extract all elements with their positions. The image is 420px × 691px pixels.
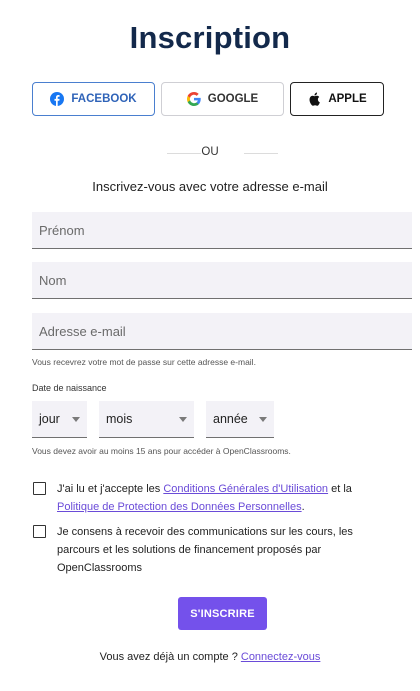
last-name-input[interactable]: [32, 262, 412, 298]
page-title: Inscription: [129, 20, 291, 55]
apple-login-button[interactable]: APPLE: [290, 82, 384, 116]
month-select[interactable]: mois: [99, 401, 194, 438]
terms-middle: et la: [328, 483, 352, 495]
consent-text: Je consens à recevoir des communications…: [57, 526, 353, 574]
consent-checkbox[interactable]: [33, 525, 46, 538]
privacy-policy-link[interactable]: Politique de Protection des Données Pers…: [57, 501, 302, 513]
google-icon: [186, 92, 201, 106]
year-select[interactable]: année: [206, 401, 274, 438]
apple-label: APPLE: [328, 93, 367, 105]
facebook-label: FACEBOOK: [71, 93, 137, 105]
month-select-value: mois: [106, 412, 133, 426]
login-prompt-text: Vous avez déjà un compte ?: [99, 651, 241, 663]
terms-prefix: J'ai lu et j'accepte les: [57, 483, 164, 495]
facebook-icon: [50, 92, 65, 106]
email-input[interactable]: [32, 313, 412, 349]
email-field-wrap: [32, 313, 412, 350]
or-divider: OU: [0, 146, 420, 160]
divider-line-right: [244, 153, 278, 154]
year-select-value: année: [213, 412, 248, 426]
facebook-login-button[interactable]: FACEBOOK: [32, 82, 155, 116]
login-prompt: Vous avez déjà un compte ? Connectez-vou…: [0, 651, 420, 663]
day-select[interactable]: jour: [32, 401, 87, 438]
signup-button[interactable]: S'INSCRIRE: [178, 597, 267, 630]
chevron-down-icon: [72, 416, 80, 422]
social-login-row: FACEBOOK GOOGLE APPLE: [32, 82, 384, 117]
form-subtitle: Inscrivez-vous avec votre adresse e-mail: [92, 179, 328, 194]
google-label: GOOGLE: [207, 93, 259, 105]
terms-suffix: .: [301, 501, 305, 513]
chevron-down-icon: [259, 416, 267, 422]
or-label: OU: [201, 146, 219, 158]
birthdate-label: Date de naissance: [32, 383, 107, 393]
chevron-down-icon: [179, 416, 187, 422]
first-name-input[interactable]: [32, 212, 412, 248]
apple-icon: [307, 92, 321, 106]
google-login-button[interactable]: GOOGLE: [161, 82, 284, 116]
day-select-value: jour: [39, 412, 60, 426]
age-hint: Vous devez avoir au moins 15 ans pour ac…: [32, 446, 291, 456]
login-link[interactable]: Connectez-vous: [241, 651, 321, 663]
first-name-field-wrap: [32, 212, 412, 249]
cgu-link[interactable]: Conditions Générales d'Utilisation: [163, 483, 328, 495]
consent-row: Je consens à recevoir des communications…: [33, 523, 393, 577]
terms-checkbox[interactable]: [33, 482, 46, 495]
terms-text: J'ai lu et j'accepte les Conditions Géné…: [57, 480, 393, 516]
last-name-field-wrap: [32, 262, 412, 299]
email-hint: Vous recevrez votre mot de passe sur cet…: [32, 357, 256, 367]
terms-row: J'ai lu et j'accepte les Conditions Géné…: [33, 480, 393, 516]
